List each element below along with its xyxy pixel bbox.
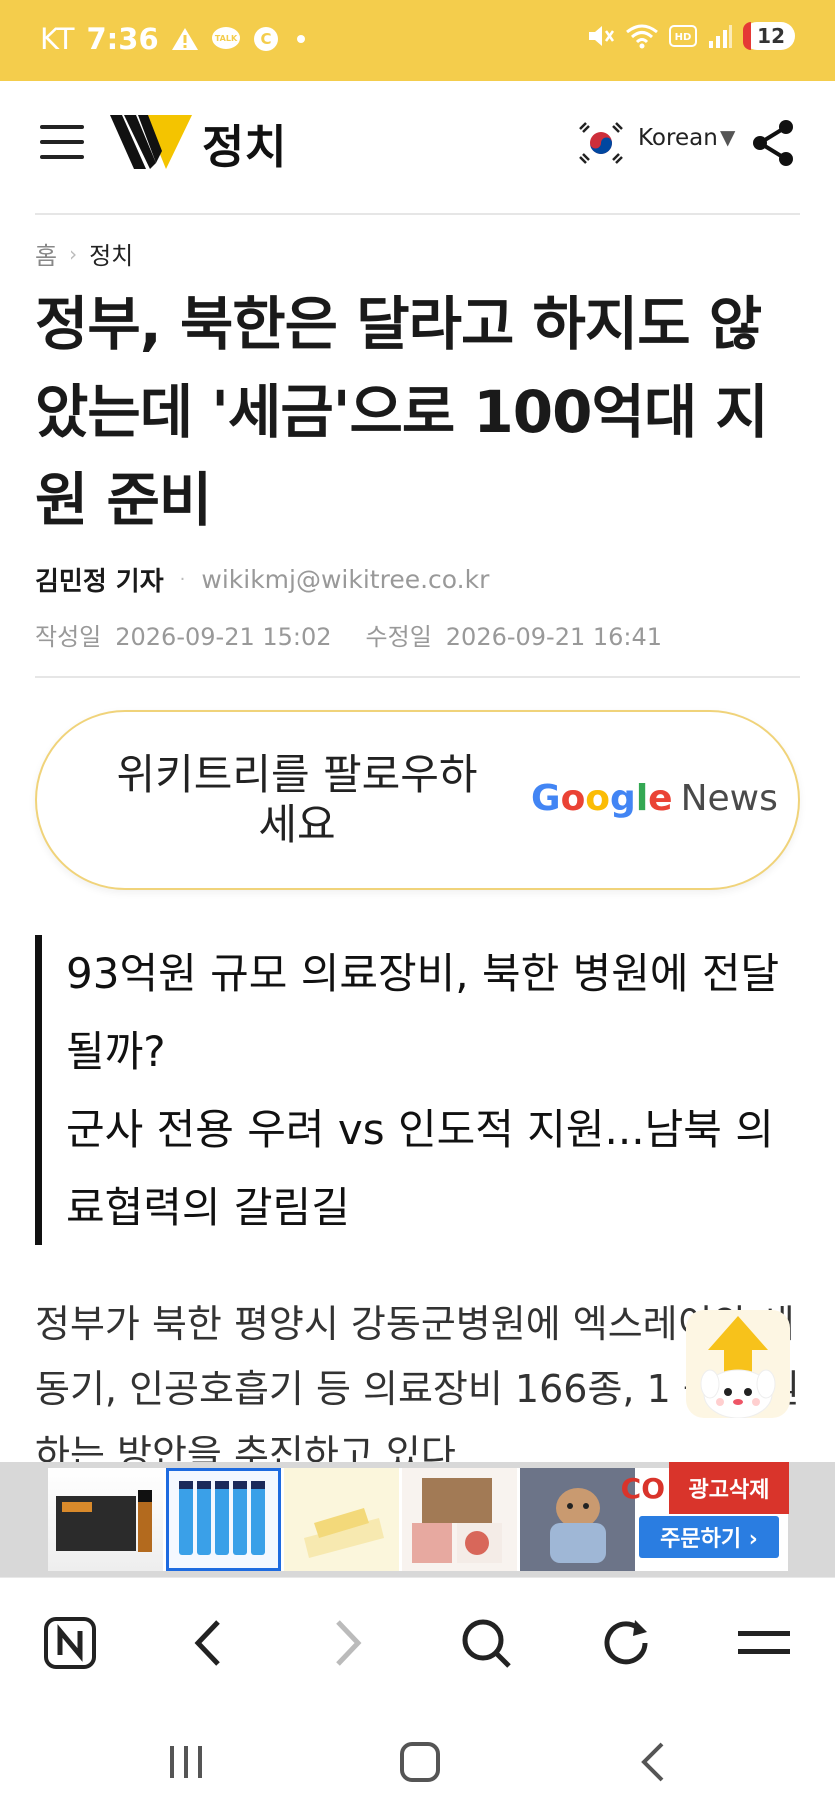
language-selector[interactable]: Korean xyxy=(638,125,718,151)
author-name[interactable]: 김민정 기자 xyxy=(35,561,164,598)
modified-label: 수정일 xyxy=(365,623,432,651)
ad-product-image[interactable] xyxy=(402,1468,517,1571)
back-icon[interactable] xyxy=(178,1613,238,1673)
ad-order-button[interactable]: 주문하기 › xyxy=(639,1516,779,1558)
breadcrumb-separator: › xyxy=(69,241,78,266)
summary-line: 군사 전용 우려 vs 인도적 지원...남북 의료협력의 갈림길 xyxy=(66,1105,774,1232)
wifi-icon xyxy=(626,24,659,49)
hd-icon: HD xyxy=(669,25,698,47)
screen: KT 7:36 TALK C HD 12 정치 Korean ▼ 홈 › 정치 … xyxy=(0,0,835,1810)
carrier-label: KT xyxy=(40,22,75,56)
scroll-top-mascot-icon[interactable] xyxy=(686,1310,790,1418)
modified-date: 2026-09-21 16:41 xyxy=(445,623,663,651)
share-icon[interactable] xyxy=(748,117,798,169)
menu-icon[interactable] xyxy=(734,1613,794,1673)
refresh-icon[interactable] xyxy=(596,1613,656,1673)
dot-icon xyxy=(296,35,305,43)
mute-icon xyxy=(589,26,615,46)
breadcrumb-current[interactable]: 정치 xyxy=(89,236,133,271)
article-headline: 정부, 북한은 달라고 하지도 않았는데 '세금'으로 100억대 지원 준비 xyxy=(35,290,769,534)
follow-text: 위키트리를 팔로우하세요 xyxy=(116,750,478,849)
summary-line: 93억원 규모 의료장비, 북한 병원에 전달될까? xyxy=(66,949,780,1076)
clock: 7:36 xyxy=(86,22,159,56)
site-header: 정치 Korean ▼ xyxy=(0,81,835,213)
dates-divider xyxy=(35,676,800,678)
svg-text:C: C xyxy=(260,30,271,48)
forward-icon[interactable] xyxy=(318,1613,378,1673)
korea-flag-icon[interactable] xyxy=(576,119,626,167)
ad-product-image[interactable] xyxy=(520,1468,635,1571)
ad-remove-button[interactable]: 광고삭제 xyxy=(669,1462,789,1514)
article-dates: 작성일 2026-09-21 15:02 수정일 2026-09-21 16:41 xyxy=(35,617,662,652)
byline: 김민정 기자 · wikikmj@wikitree.co.kr xyxy=(35,561,489,598)
menu-icon[interactable] xyxy=(40,125,84,159)
ad-product-image[interactable] xyxy=(48,1468,163,1571)
back-icon[interactable] xyxy=(624,1737,684,1787)
ad-product-image[interactable] xyxy=(166,1468,281,1571)
status-bar: KT 7:36 TALK C HD 12 xyxy=(0,0,835,81)
battery-level: 12 xyxy=(757,24,785,48)
breadcrumb-home[interactable]: 홈 xyxy=(35,236,57,271)
svg-text:HD: HD xyxy=(675,32,692,43)
recents-icon[interactable] xyxy=(156,1737,216,1787)
section-title: 정치 xyxy=(202,120,287,174)
svg-text:TALK: TALK xyxy=(214,34,237,43)
article-summary: 93억원 규모 의료장비, 북한 병원에 전달될까? 군사 전용 우려 vs 인… xyxy=(35,935,805,1245)
search-icon[interactable] xyxy=(456,1613,516,1673)
author-email[interactable]: wikikmj@wikitree.co.kr xyxy=(201,565,489,594)
ad-brand: CO xyxy=(620,1472,665,1505)
system-nav-bar xyxy=(0,1707,835,1810)
warning-icon xyxy=(171,28,198,50)
talk-icon: TALK xyxy=(211,27,240,49)
home-icon[interactable] xyxy=(390,1737,450,1787)
google-news-follow-button[interactable]: 위키트리를 팔로우하세요 Google News xyxy=(35,710,800,890)
byline-separator: · xyxy=(179,569,186,590)
signal-icon xyxy=(709,25,733,48)
naver-home-icon[interactable] xyxy=(40,1613,100,1673)
battery-icon: 12 xyxy=(743,22,795,50)
c-icon: C xyxy=(253,27,278,51)
created-date: 2026-09-21 15:02 xyxy=(115,623,332,651)
logo-icon[interactable] xyxy=(110,111,192,173)
caret-down-icon[interactable]: ▼ xyxy=(720,125,735,149)
header-divider xyxy=(35,213,800,215)
created-label: 작성일 xyxy=(35,623,102,651)
google-news-logo: Google News xyxy=(531,778,778,819)
browser-toolbar xyxy=(0,1577,835,1707)
ad-banner[interactable]: CO 광고삭제 주문하기 › xyxy=(0,1462,835,1577)
breadcrumb: 홈 › 정치 xyxy=(35,236,133,271)
ad-product-image[interactable] xyxy=(284,1468,399,1571)
